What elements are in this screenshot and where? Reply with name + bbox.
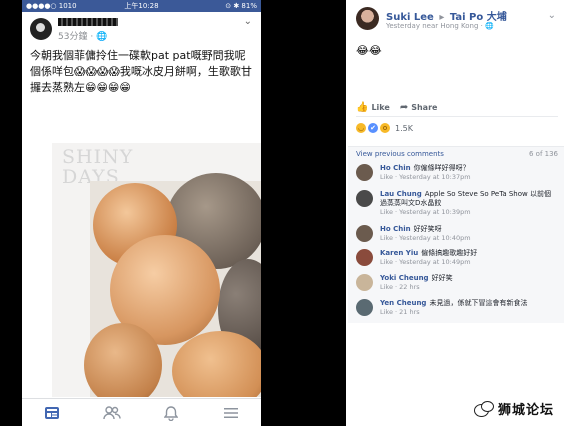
status-time: 上午10:28 <box>124 2 159 10</box>
post-time: 53分鐘 · 🌐 <box>58 32 108 42</box>
bottom-tab-bar <box>22 398 261 426</box>
comment-meta: Like · Yesterday at 10:39pm <box>380 208 471 216</box>
avatar[interactable] <box>356 225 373 242</box>
post-text: 今朝我個菲傭拎住一碟軟pat pat嘅野問我呢個係咩包😱😱😱😱我嘅冰皮月餅啊，生… <box>30 49 252 94</box>
comment-meta: Like · Yesterday at 10:40pm <box>380 234 471 242</box>
like-reaction-icon: ✔ <box>368 123 378 133</box>
avatar[interactable] <box>356 299 373 316</box>
logo-text: 狮城论坛 <box>497 403 554 418</box>
comment-meta: Like · Yesterday at 10:37pm <box>380 173 471 181</box>
post-meta: Yesterday near Hong Kong · 🌐 <box>386 22 494 30</box>
post-author-line: Suki Lee ▸ Tai Po 大埔 <box>386 8 507 23</box>
comment-text: 僱條搞趣歌趣好好 <box>421 249 478 257</box>
avatar[interactable] <box>356 249 373 266</box>
menu-icon[interactable] <box>221 404 241 422</box>
comment-text: 好好笑呀 <box>413 225 442 233</box>
globe-icon: 🌐 <box>96 32 108 42</box>
friends-icon[interactable] <box>102 404 122 422</box>
forum-logo: 狮城论坛 <box>473 399 554 418</box>
share-arrow-icon: ➦ <box>399 101 409 113</box>
facebook-post-panel: Suki Lee ▸ Tai Po 大埔 Yesterday near Hong… <box>346 0 566 426</box>
share-label: Share <box>411 102 438 112</box>
reaction-count: 1.5K <box>395 123 413 133</box>
avatar[interactable] <box>356 274 373 291</box>
like-label: Like <box>371 102 390 112</box>
notifications-icon[interactable] <box>161 404 181 422</box>
haha-reaction-icon: ◡ <box>356 123 366 133</box>
comments-section: View previous comments 6 of 136 Ho Chin 你… <box>348 146 564 323</box>
comment-meta: Like · 22 hrs <box>380 283 420 291</box>
post-actions: 👍 Like ➦ Share <box>356 98 558 117</box>
chat-bubbles-icon <box>473 400 494 417</box>
like-button[interactable]: 👍 Like <box>356 102 390 113</box>
comment-count: 6 of 136 <box>528 150 558 158</box>
commenter-name[interactable]: Yen Cheung 未見過，係就下冒這會有新食法 <box>380 298 527 308</box>
post-photo[interactable]: SHINY DAYS <box>52 143 261 397</box>
comment-text: 好好笑 <box>431 274 453 282</box>
commenter-name[interactable]: Karen Yiu 僱條搞趣歌趣好好 <box>380 248 477 258</box>
news-feed-icon[interactable] <box>42 404 62 422</box>
comment-text: Apple So Steve So PeTa Show 以前個 <box>424 190 551 198</box>
share-button[interactable]: ➦ Share <box>400 102 438 113</box>
comment-meta: Like · 21 hrs <box>380 308 420 316</box>
comment-text: 你僱條咩好得呀？ <box>413 164 470 172</box>
status-bar: ●●●●○ 1010 上午10:28 ⊙ ✱ 81% <box>22 0 261 12</box>
mooncake-image <box>84 173 261 397</box>
post-header: 53分鐘 · 🌐 ⌄ <box>28 16 256 42</box>
post-body: 😂😂 <box>356 44 382 57</box>
wow-reaction-icon: o <box>380 123 390 133</box>
avatar[interactable] <box>356 190 373 207</box>
commenter-name[interactable]: Yoki Cheung 好好笑 <box>380 273 453 283</box>
redacted-author-name <box>58 18 118 26</box>
phone-screenshot: ●●●●○ 1010 上午10:28 ⊙ ✱ 81% 53分鐘 · 🌐 ⌄ 今朝… <box>22 0 261 426</box>
comment-text-continued: 過蒸蒸叫文D水晶餃 <box>380 199 442 207</box>
chevron-down-icon[interactable]: ⌄ <box>244 16 252 27</box>
avatar[interactable] <box>356 164 373 181</box>
mooncake <box>84 323 162 397</box>
reaction-summary[interactable]: ◡ ✔ o 1.5K <box>356 123 413 133</box>
chevron-down-icon[interactable]: ⌄ <box>548 10 556 21</box>
view-previous-comments-link[interactable]: View previous comments <box>356 150 444 158</box>
avatar[interactable] <box>30 18 52 40</box>
commenter-name[interactable]: Ho Chin 好好笑呀 <box>380 224 442 234</box>
thumbs-up-icon: 👍 <box>356 101 369 113</box>
comment-text: 未見過，係就下冒這會有新食法 <box>429 299 528 307</box>
comment-meta: Like · Yesterday at 10:49pm <box>380 258 471 266</box>
commenter-name[interactable]: Ho Chin 你僱條咩好得呀？ <box>380 163 470 173</box>
avatar[interactable] <box>356 7 379 30</box>
